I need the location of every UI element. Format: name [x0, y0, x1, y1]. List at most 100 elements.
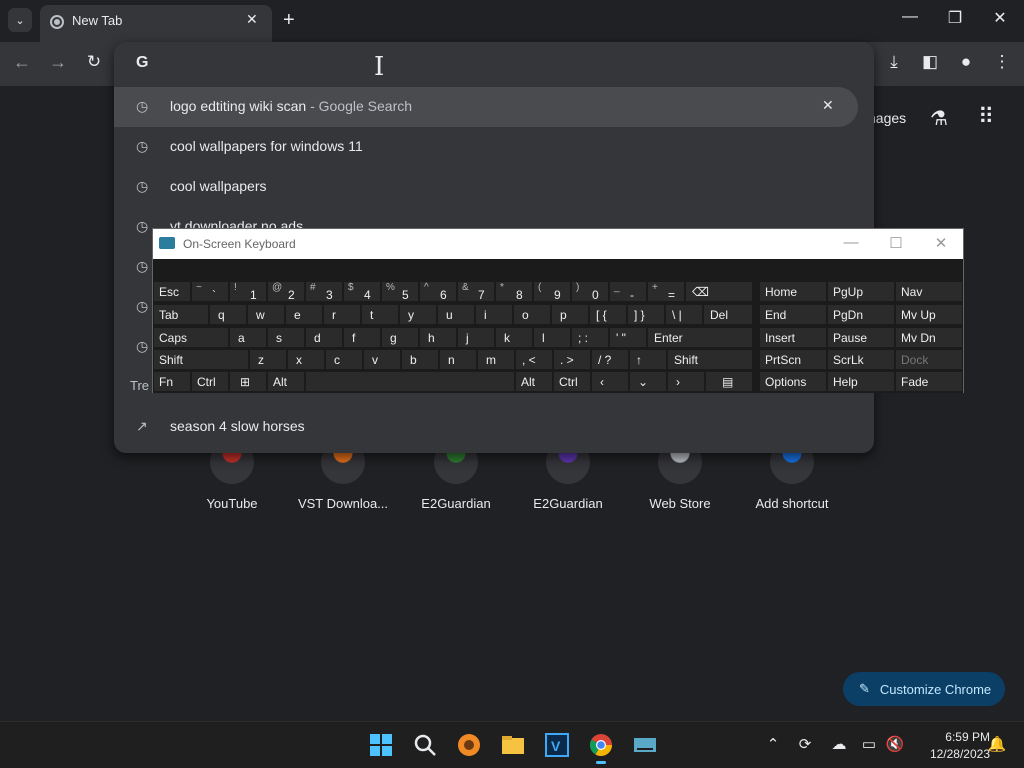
start-windows-icon[interactable] — [368, 732, 394, 758]
key-backslash[interactable]: \ | — [665, 304, 703, 325]
key-e[interactable]: e — [285, 304, 323, 325]
profile-icon[interactable]: ● — [954, 52, 978, 72]
forward-icon[interactable]: → — [46, 52, 70, 73]
key-a[interactable]: a — [229, 327, 267, 348]
key-backtick[interactable]: ~ ` — [191, 281, 229, 302]
key-semicolon[interactable]: ; : — [571, 327, 609, 348]
key-shift-left[interactable]: Shift — [153, 349, 249, 370]
key-3[interactable]: #3 — [305, 281, 343, 302]
key-backspace[interactable]: ⌫ — [685, 281, 753, 302]
key-2[interactable]: @2 — [267, 281, 305, 302]
suggestion-item[interactable]: ◷ logo edtiting wiki scan - Google Searc… — [114, 87, 858, 127]
key-5[interactable]: % 5 — [381, 281, 419, 302]
key-left-arrow[interactable]: ‹ — [591, 371, 629, 392]
key-mv-dn[interactable]: Mv Dn — [895, 327, 963, 348]
key-q[interactable]: q — [209, 304, 247, 325]
on-screen-keyboard-icon[interactable] — [632, 732, 658, 758]
key-ctrl-left[interactable]: Ctrl — [191, 371, 229, 392]
key-7[interactable]: & 7 — [457, 281, 495, 302]
new-tab-button[interactable]: + — [283, 8, 295, 32]
key-insert[interactable]: Insert — [759, 327, 827, 348]
trending-suggestion-item[interactable]: ↗ season 4 slow horses — [114, 407, 874, 447]
key-slash[interactable]: / ? — [591, 349, 629, 370]
back-icon[interactable]: ← — [10, 52, 34, 73]
search-icon[interactable] — [412, 732, 438, 758]
file-explorer-icon[interactable] — [500, 732, 526, 758]
key-y[interactable]: y — [399, 304, 437, 325]
sync-icon[interactable]: ⟳ — [794, 735, 816, 753]
key-quote[interactable]: ' " — [609, 327, 647, 348]
key-pgdn[interactable]: PgDn — [827, 304, 895, 325]
key-t[interactable]: t — [361, 304, 399, 325]
key-f[interactable]: f — [343, 327, 381, 348]
key-p[interactable]: p — [551, 304, 589, 325]
key-prtscn[interactable]: PrtScn — [759, 349, 827, 370]
key-d[interactable]: d — [305, 327, 343, 348]
key-nav[interactable]: Nav — [895, 281, 963, 302]
key-esc[interactable]: Esc — [153, 281, 191, 302]
clock-time[interactable]: 6:59 PM — [920, 730, 990, 744]
key-x[interactable]: x — [287, 349, 325, 370]
key-z[interactable]: z — [249, 349, 287, 370]
key-0[interactable]: ) 0 — [571, 281, 609, 302]
suggestion-item[interactable]: ◷ cool wallpapers — [114, 167, 874, 207]
key-i[interactable]: i — [475, 304, 513, 325]
key-right-bracket[interactable]: ] } — [627, 304, 665, 325]
reload-icon[interactable]: ↻ — [82, 52, 106, 72]
key-period[interactable]: . > — [553, 349, 591, 370]
key-up-arrow[interactable]: ↑ — [629, 349, 667, 370]
key-4[interactable]: $4 — [343, 281, 381, 302]
google-apps-icon[interactable]: ⠿ — [978, 104, 994, 130]
key-8[interactable]: * 8 — [495, 281, 533, 302]
key-windows[interactable]: ⊞ — [229, 371, 267, 392]
osk-minimize-icon[interactable]: — — [841, 234, 861, 251]
key-caps[interactable]: Caps — [153, 327, 229, 348]
key-alt-left[interactable]: Alt — [267, 371, 305, 392]
key-l[interactable]: l — [533, 327, 571, 348]
customize-chrome-button[interactable]: ✎ Customize Chrome — [843, 672, 1005, 706]
key-mv-up[interactable]: Mv Up — [895, 304, 963, 325]
osk-titlebar[interactable]: On-Screen Keyboard — ☐ ✕ — [153, 229, 963, 259]
key-comma[interactable]: , < — [515, 349, 553, 370]
restore-icon[interactable]: ❐ — [940, 8, 970, 28]
cloud-off-icon[interactable]: ☁ — [828, 735, 850, 753]
key-equals[interactable]: + = — [647, 281, 685, 302]
key-ctrl-right[interactable]: Ctrl — [553, 371, 591, 392]
key-u[interactable]: u — [437, 304, 475, 325]
key-k[interactable]: k — [495, 327, 533, 348]
key-tab[interactable]: Tab — [153, 304, 209, 325]
key-g[interactable]: g — [381, 327, 419, 348]
omnibox-input[interactable] — [164, 50, 854, 76]
key-space[interactable] — [305, 371, 515, 392]
fl-studio-icon[interactable] — [456, 732, 482, 758]
osk-maximize-icon[interactable]: ☐ — [886, 234, 906, 252]
chrome-icon[interactable] — [588, 732, 614, 764]
key-dock[interactable]: Dock — [895, 349, 963, 370]
key-r[interactable]: r — [323, 304, 361, 325]
window-close-icon[interactable]: ✕ — [985, 8, 1015, 28]
key-end[interactable]: End — [759, 304, 827, 325]
clock-date[interactable]: 12/28/2023 — [910, 747, 990, 761]
key-scrlk[interactable]: ScrLk — [827, 349, 895, 370]
key-right-arrow[interactable]: › — [667, 371, 705, 392]
network-icon[interactable]: ▭ — [858, 735, 880, 753]
key-alt-right[interactable]: Alt — [515, 371, 553, 392]
key-j[interactable]: j — [457, 327, 495, 348]
key-left-bracket[interactable]: [ { — [589, 304, 627, 325]
key-enter[interactable]: Enter — [647, 327, 753, 348]
tab-search-button[interactable]: ⌄ — [8, 8, 32, 32]
show-hidden-icons-icon[interactable]: ⌃ — [762, 735, 784, 753]
key-9[interactable]: (9 — [533, 281, 571, 302]
key-menu[interactable]: ▤ — [705, 371, 753, 392]
key-6[interactable]: ^ 6 — [419, 281, 457, 302]
key-options[interactable]: Options — [759, 371, 827, 392]
side-panel-icon[interactable]: ◧ — [918, 52, 942, 72]
key-help[interactable]: Help — [827, 371, 895, 392]
key-down-arrow[interactable]: ⌄ — [629, 371, 667, 392]
suggestion-item[interactable]: ◷ cool wallpapers for windows 11 — [114, 127, 874, 167]
key-fn[interactable]: Fn — [153, 371, 191, 392]
key-1[interactable]: ! 1 — [229, 281, 267, 302]
key-o[interactable]: o — [513, 304, 551, 325]
tab-new-tab[interactable]: New Tab ✕ — [40, 5, 272, 42]
key-minus[interactable]: _ - — [609, 281, 647, 302]
